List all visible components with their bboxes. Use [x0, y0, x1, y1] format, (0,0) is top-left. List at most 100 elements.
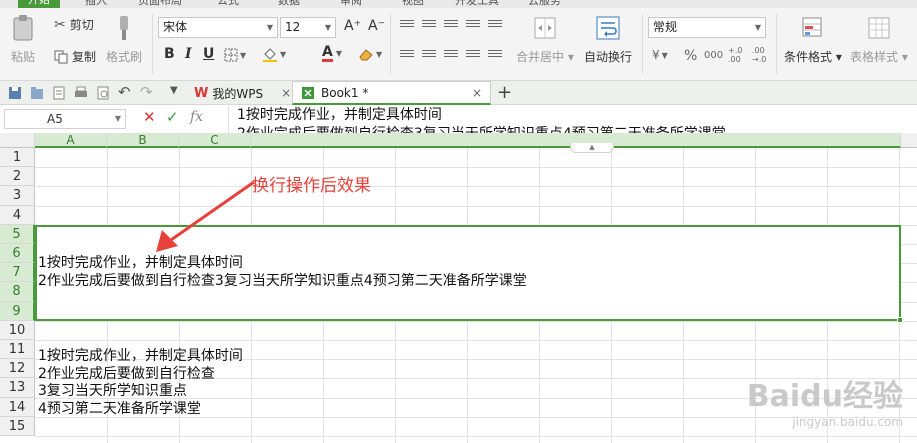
copy-button[interactable]: 复制: [54, 48, 96, 65]
cut-label: 剪切: [69, 18, 94, 32]
align-top-icon[interactable]: [400, 20, 414, 32]
row-header[interactable]: 6: [0, 244, 35, 264]
bold-button[interactable]: B: [164, 46, 175, 62]
underline-button[interactable]: U: [203, 46, 214, 62]
row-header[interactable]: 12: [0, 359, 35, 379]
number-format-select[interactable]: 常规 ▼: [648, 17, 766, 38]
cut-button[interactable]: ✂ 剪切: [54, 16, 94, 33]
merged-cell-line: 1按时完成作业，并制定具体时间: [38, 255, 243, 271]
conditional-format-button[interactable]: 条件格式 ▾: [784, 16, 842, 65]
print-preview-icon[interactable]: [96, 86, 110, 100]
row-gridline: [35, 167, 917, 169]
close-icon[interactable]: ×: [281, 86, 291, 100]
row-header[interactable]: 5: [0, 224, 35, 244]
new-tab-button[interactable]: +: [497, 82, 512, 103]
name-box-value: A5: [47, 112, 63, 126]
table-style-button[interactable]: 表格样式 ▾: [850, 16, 908, 65]
collapse-formula-bar-button[interactable]: ▲: [570, 143, 614, 153]
baidu-watermark: Baidu经验 jingyan.baidu.com: [747, 371, 903, 429]
font-color-icon: A: [322, 44, 333, 62]
open-folder-icon[interactable]: [30, 86, 44, 100]
save-icon[interactable]: [8, 86, 22, 100]
increase-decimal-button[interactable]: +.0 .00: [728, 46, 748, 64]
row-header[interactable]: 15: [0, 416, 35, 436]
customize-toolbar-icon[interactable]: ▼: [170, 85, 184, 99]
row-header[interactable]: 8: [0, 282, 35, 302]
row-header[interactable]: 1: [0, 148, 35, 168]
row-header[interactable]: 11: [0, 340, 35, 360]
wrap-text-icon: [596, 16, 620, 40]
font-color-button[interactable]: A ▼: [322, 45, 342, 62]
export-pdf-icon[interactable]: [52, 86, 66, 100]
fill-handle[interactable]: [897, 317, 903, 323]
align-left-icon[interactable]: [400, 50, 414, 62]
align-center-icon[interactable]: [422, 50, 436, 62]
paste-icon: [13, 15, 33, 41]
row-header[interactable]: 10: [0, 320, 35, 340]
align-middle-icon[interactable]: [422, 20, 436, 32]
format-painter-button[interactable]: 格式刷: [106, 14, 142, 65]
tab-view[interactable]: 视图: [402, 0, 424, 8]
row-header[interactable]: 13: [0, 378, 35, 398]
wrap-text-button[interactable]: 自动换行: [584, 16, 632, 65]
tab-page-layout[interactable]: 页面布局: [138, 0, 182, 8]
confirm-edit-icon[interactable]: ✓: [166, 108, 179, 126]
currency-button[interactable]: ¥ ▼: [652, 48, 668, 62]
row-gridline: [35, 436, 917, 437]
tab-developer[interactable]: 开发工具: [455, 0, 499, 8]
column-header-bar: A B C: [0, 133, 917, 148]
clear-format-button[interactable]: ▼: [358, 46, 382, 62]
print-icon[interactable]: [74, 86, 88, 100]
table-style-label: 表格样式: [850, 50, 899, 64]
shrink-font-button[interactable]: A⁻: [368, 18, 385, 34]
font-name-select[interactable]: 宋体 ▼: [158, 17, 278, 38]
align-right-icon[interactable]: [444, 50, 458, 62]
row-header[interactable]: 7: [0, 263, 35, 283]
chevron-down-icon: ▼: [376, 49, 383, 59]
tab-data[interactable]: 数据: [278, 0, 300, 8]
row-header[interactable]: 14: [0, 397, 35, 417]
chevron-down-icon: ▼: [266, 23, 273, 32]
paste-button[interactable]: 粘贴: [10, 14, 36, 65]
tab-home[interactable]: 开始: [18, 0, 60, 8]
align-bottom-icon[interactable]: [444, 20, 458, 32]
scissors-icon: ✂: [54, 16, 66, 33]
undo-icon[interactable]: ↶: [118, 83, 132, 101]
column-header-a[interactable]: A: [35, 133, 107, 148]
tab-cloud[interactable]: 云服务: [528, 0, 561, 8]
row-header[interactable]: 2: [0, 167, 35, 187]
cancel-edit-icon[interactable]: ✕: [143, 108, 156, 126]
name-box[interactable]: A5 ▼: [4, 109, 126, 129]
tab-formulas[interactable]: 公式: [217, 0, 239, 8]
row-header[interactable]: 4: [0, 205, 35, 225]
grow-font-button[interactable]: A⁺: [344, 18, 361, 34]
border-grid-icon: [224, 48, 238, 62]
indent-increase-icon[interactable]: [488, 20, 502, 32]
column-header-c[interactable]: C: [179, 133, 251, 148]
close-icon[interactable]: ×: [472, 86, 482, 100]
borders-button[interactable]: ▼: [224, 48, 246, 62]
row-header[interactable]: 3: [0, 186, 35, 206]
italic-button[interactable]: I: [185, 46, 192, 62]
distribute-icon[interactable]: [488, 50, 502, 62]
tab-book1[interactable]: Book1 * ×: [292, 81, 491, 105]
font-size-select[interactable]: 12 ▼: [280, 17, 336, 38]
thousands-separator-button[interactable]: 000: [704, 50, 723, 61]
redo-icon[interactable]: ↷: [140, 83, 154, 101]
quick-access-bar: ↶ ↷ ▼ W 我的WPS × Book1 * × +: [0, 81, 917, 105]
tab-insert[interactable]: 插入: [85, 0, 107, 8]
ribbon-toolbar: 粘贴 ✂ 剪切 复制 格式刷 宋体 ▼ 12 ▼ A⁺ A⁻ B I U ▼ ▼…: [0, 8, 917, 81]
tab-review[interactable]: 审阅: [340, 0, 362, 8]
select-all-corner[interactable]: [0, 133, 35, 148]
row-header[interactable]: 9: [0, 301, 35, 321]
percent-button[interactable]: %: [684, 48, 697, 64]
decrease-decimal-button[interactable]: .00 →.0: [752, 46, 772, 64]
tab-my-wps[interactable]: W 我的WPS ×: [186, 81, 299, 105]
indent-decrease-icon[interactable]: [466, 20, 480, 32]
merge-center-button[interactable]: 合并居中 ▾: [516, 16, 574, 65]
insert-function-icon[interactable]: fx: [190, 109, 203, 125]
spreadsheet-grid[interactable]: A B C ▲ 1 2 3 4 5 6 7 8 9 10 11 12 13 14 15 1按时完成作业，并制…: [0, 133, 917, 443]
fill-color-button[interactable]: ▼: [262, 46, 286, 62]
column-header-b[interactable]: B: [107, 133, 179, 148]
justify-icon[interactable]: [466, 50, 480, 62]
